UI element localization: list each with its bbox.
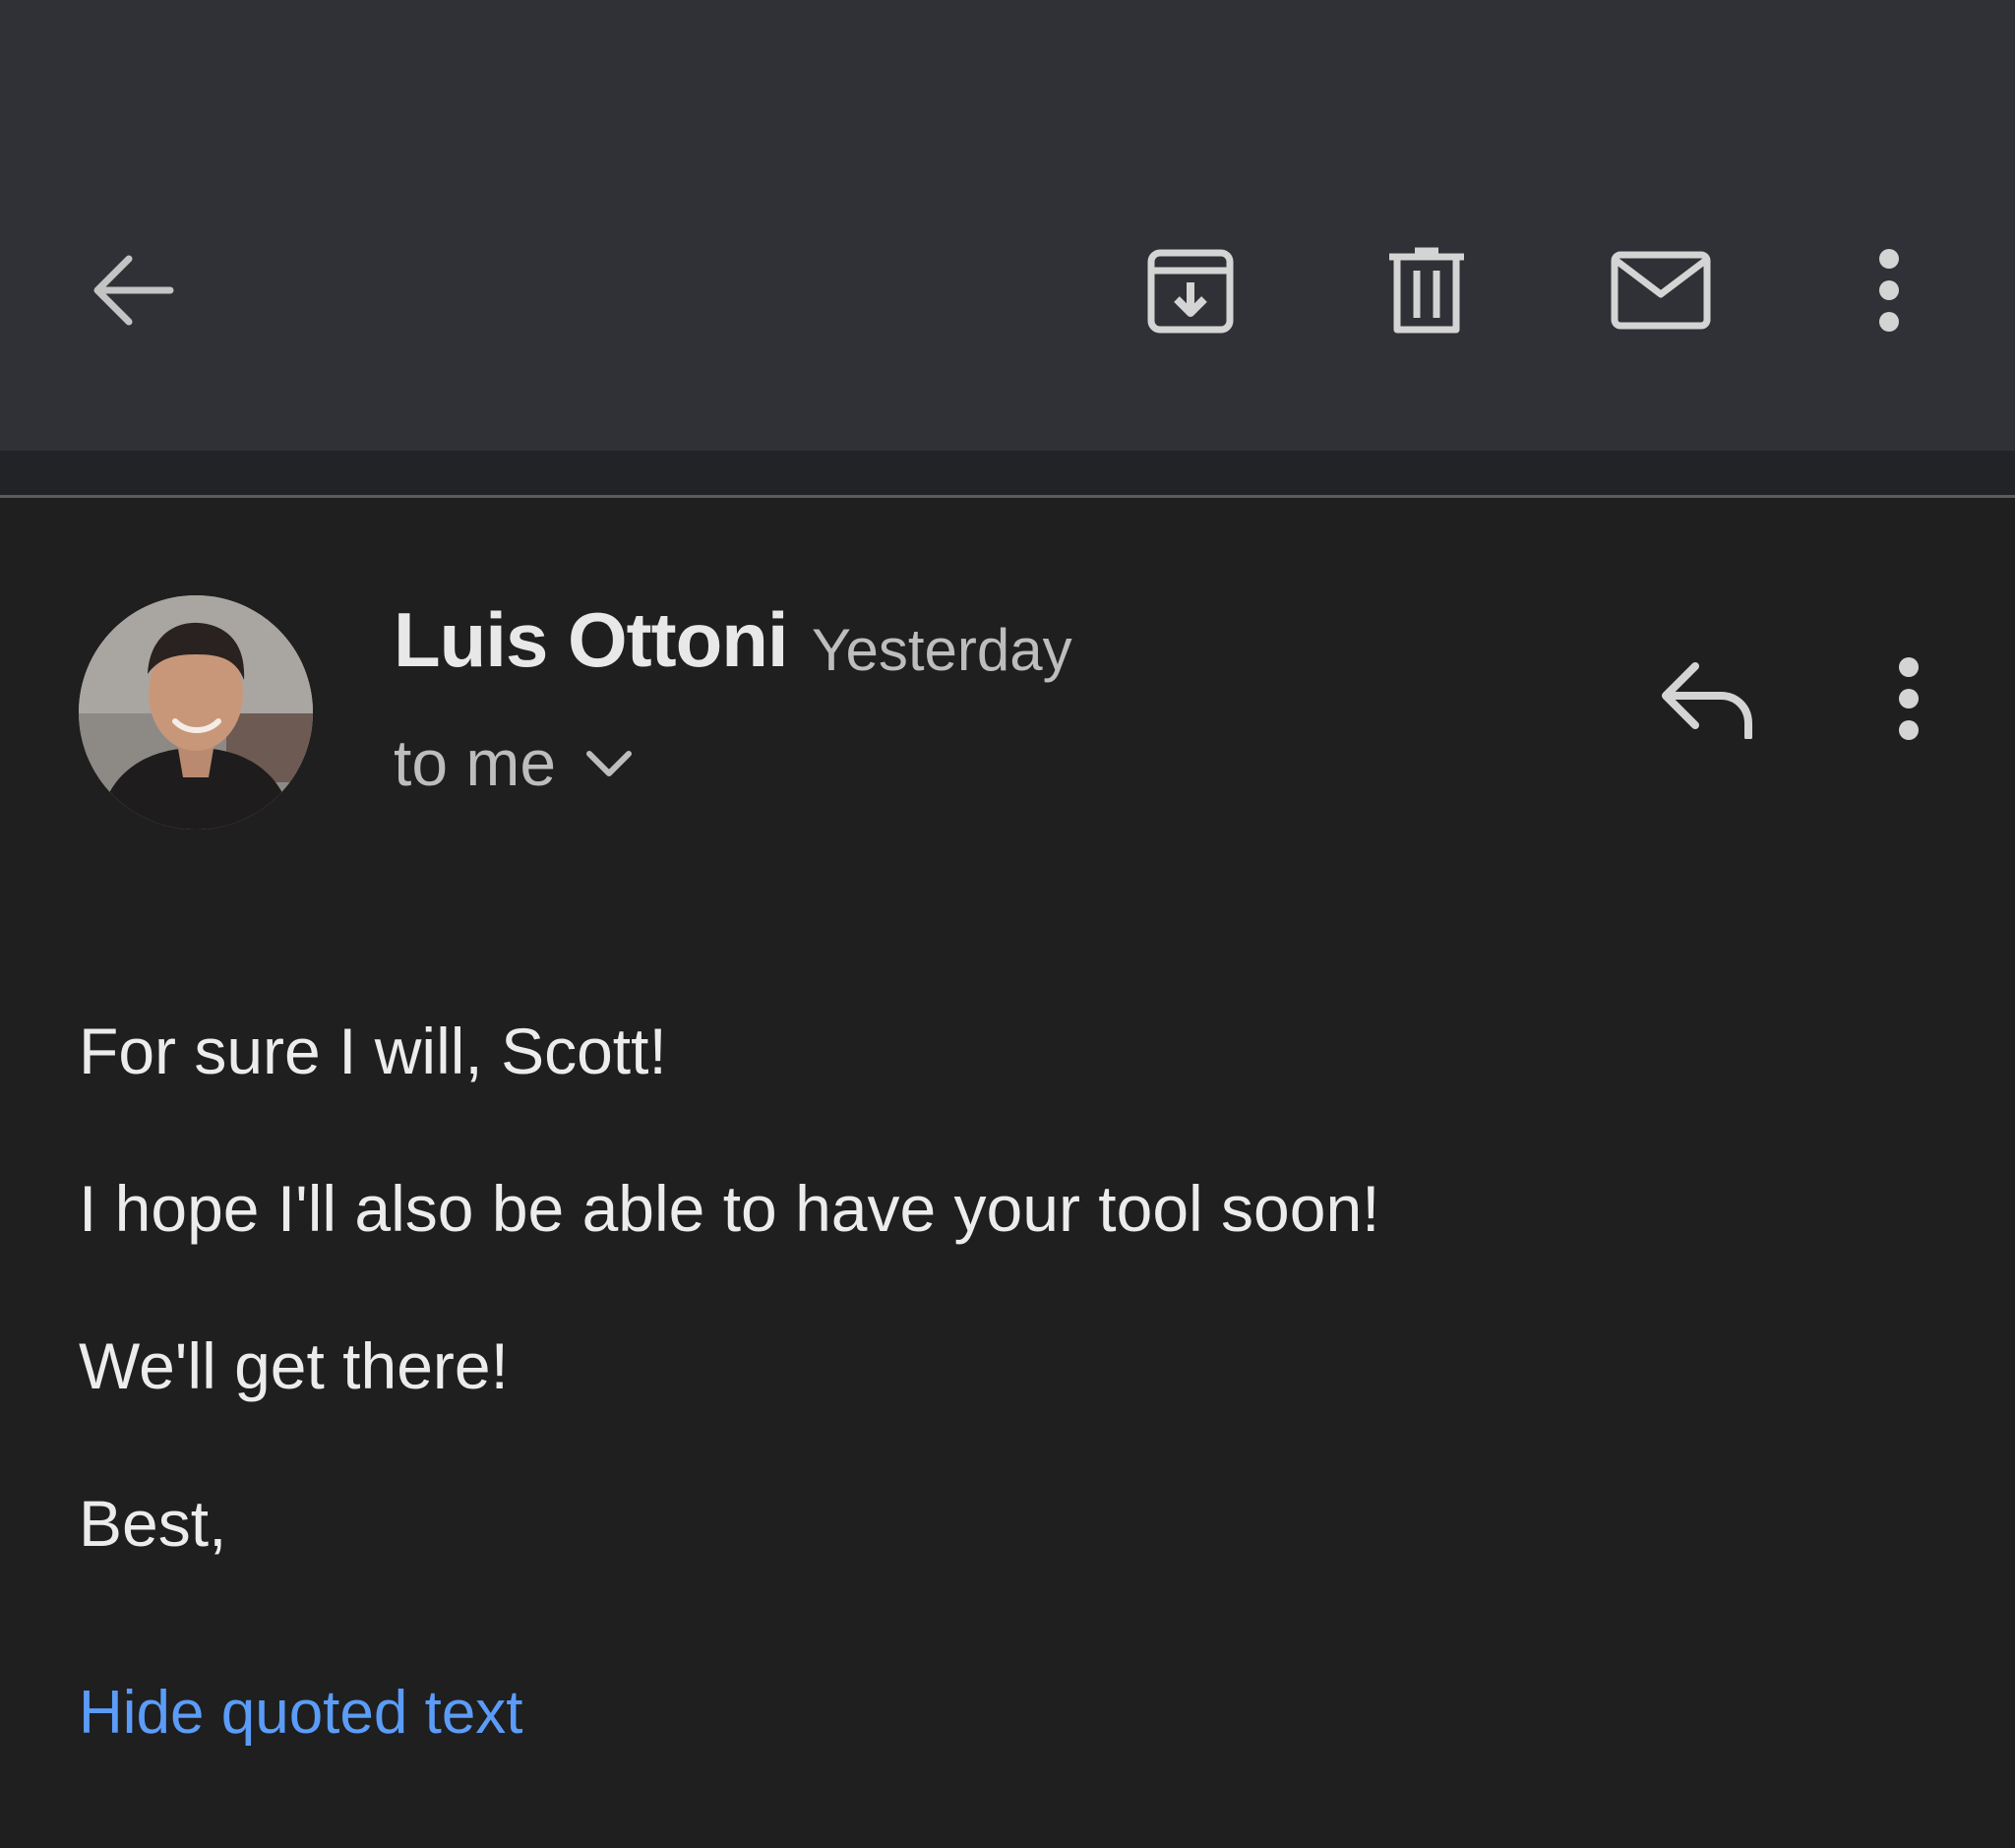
more-vertical-icon xyxy=(1899,657,1919,740)
recipients-label: to me xyxy=(394,726,557,799)
delete-button[interactable] xyxy=(1377,241,1476,339)
back-button[interactable] xyxy=(79,236,187,344)
archive-icon xyxy=(1147,249,1234,334)
trash-icon xyxy=(1389,247,1464,334)
message-more-button[interactable] xyxy=(1869,645,1948,753)
top-app-bar xyxy=(0,0,2015,451)
more-options-button[interactable] xyxy=(1850,241,1928,339)
more-vertical-icon xyxy=(1879,249,1899,332)
message-body-line: We'll get there! xyxy=(79,1329,509,1402)
arrow-left-icon xyxy=(93,255,174,326)
message-body-line: For sure I will, Scott! xyxy=(79,1015,667,1087)
message-body-line: I hope I'll also be able to have your to… xyxy=(79,1172,1380,1245)
reply-icon xyxy=(1662,662,1752,739)
message-time: Yesterday xyxy=(812,617,1072,683)
divider xyxy=(0,495,2015,498)
chevron-down-icon xyxy=(586,751,633,776)
recipients-toggle[interactable]: to me xyxy=(394,723,633,802)
avatar-photo xyxy=(79,595,313,830)
reply-button[interactable] xyxy=(1653,649,1761,748)
message-body-line: Best, xyxy=(79,1487,227,1560)
hide-quoted-text-link[interactable]: Hide quoted text xyxy=(79,1678,523,1748)
archive-button[interactable] xyxy=(1141,241,1240,339)
mail-icon xyxy=(1611,251,1711,330)
sender-name: Luis Ottoni xyxy=(394,596,789,683)
avatar[interactable] xyxy=(79,595,313,830)
toolbar-strip xyxy=(0,451,2015,495)
mark-unread-button[interactable] xyxy=(1607,241,1715,339)
